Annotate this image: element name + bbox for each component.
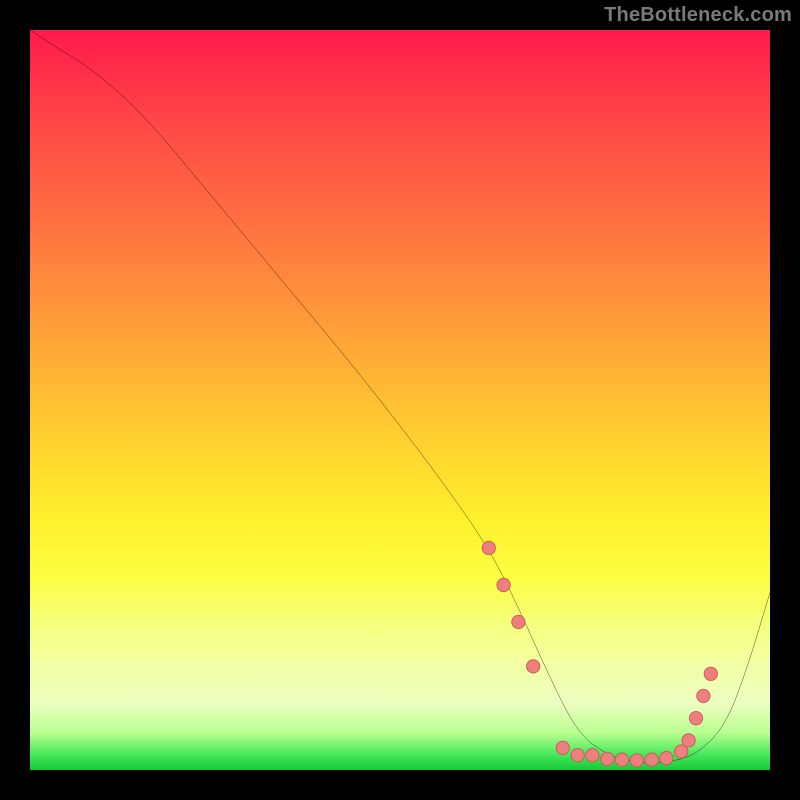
curve-marker (615, 753, 628, 766)
curve-marker (704, 667, 717, 680)
curve-marker (512, 615, 525, 628)
curve-marker (630, 754, 643, 767)
curve-marker (527, 660, 540, 673)
curve-marker (556, 741, 569, 754)
curve-marker (571, 749, 584, 762)
curve-marker (689, 712, 702, 725)
curve-marker (482, 541, 495, 554)
curve-marker (697, 689, 710, 702)
curve-marker (586, 749, 599, 762)
watermark-label: TheBottleneck.com (604, 4, 792, 27)
curve-marker (497, 578, 510, 591)
chart-frame: TheBottleneck.com (0, 0, 800, 800)
curve-marker (601, 752, 614, 765)
plot-area (30, 30, 770, 770)
curve-marker (660, 752, 673, 765)
curve-markers (482, 541, 717, 767)
curve-layer (30, 30, 770, 770)
curve-marker (682, 734, 695, 747)
bottleneck-curve (30, 30, 770, 763)
curve-marker (645, 753, 658, 766)
